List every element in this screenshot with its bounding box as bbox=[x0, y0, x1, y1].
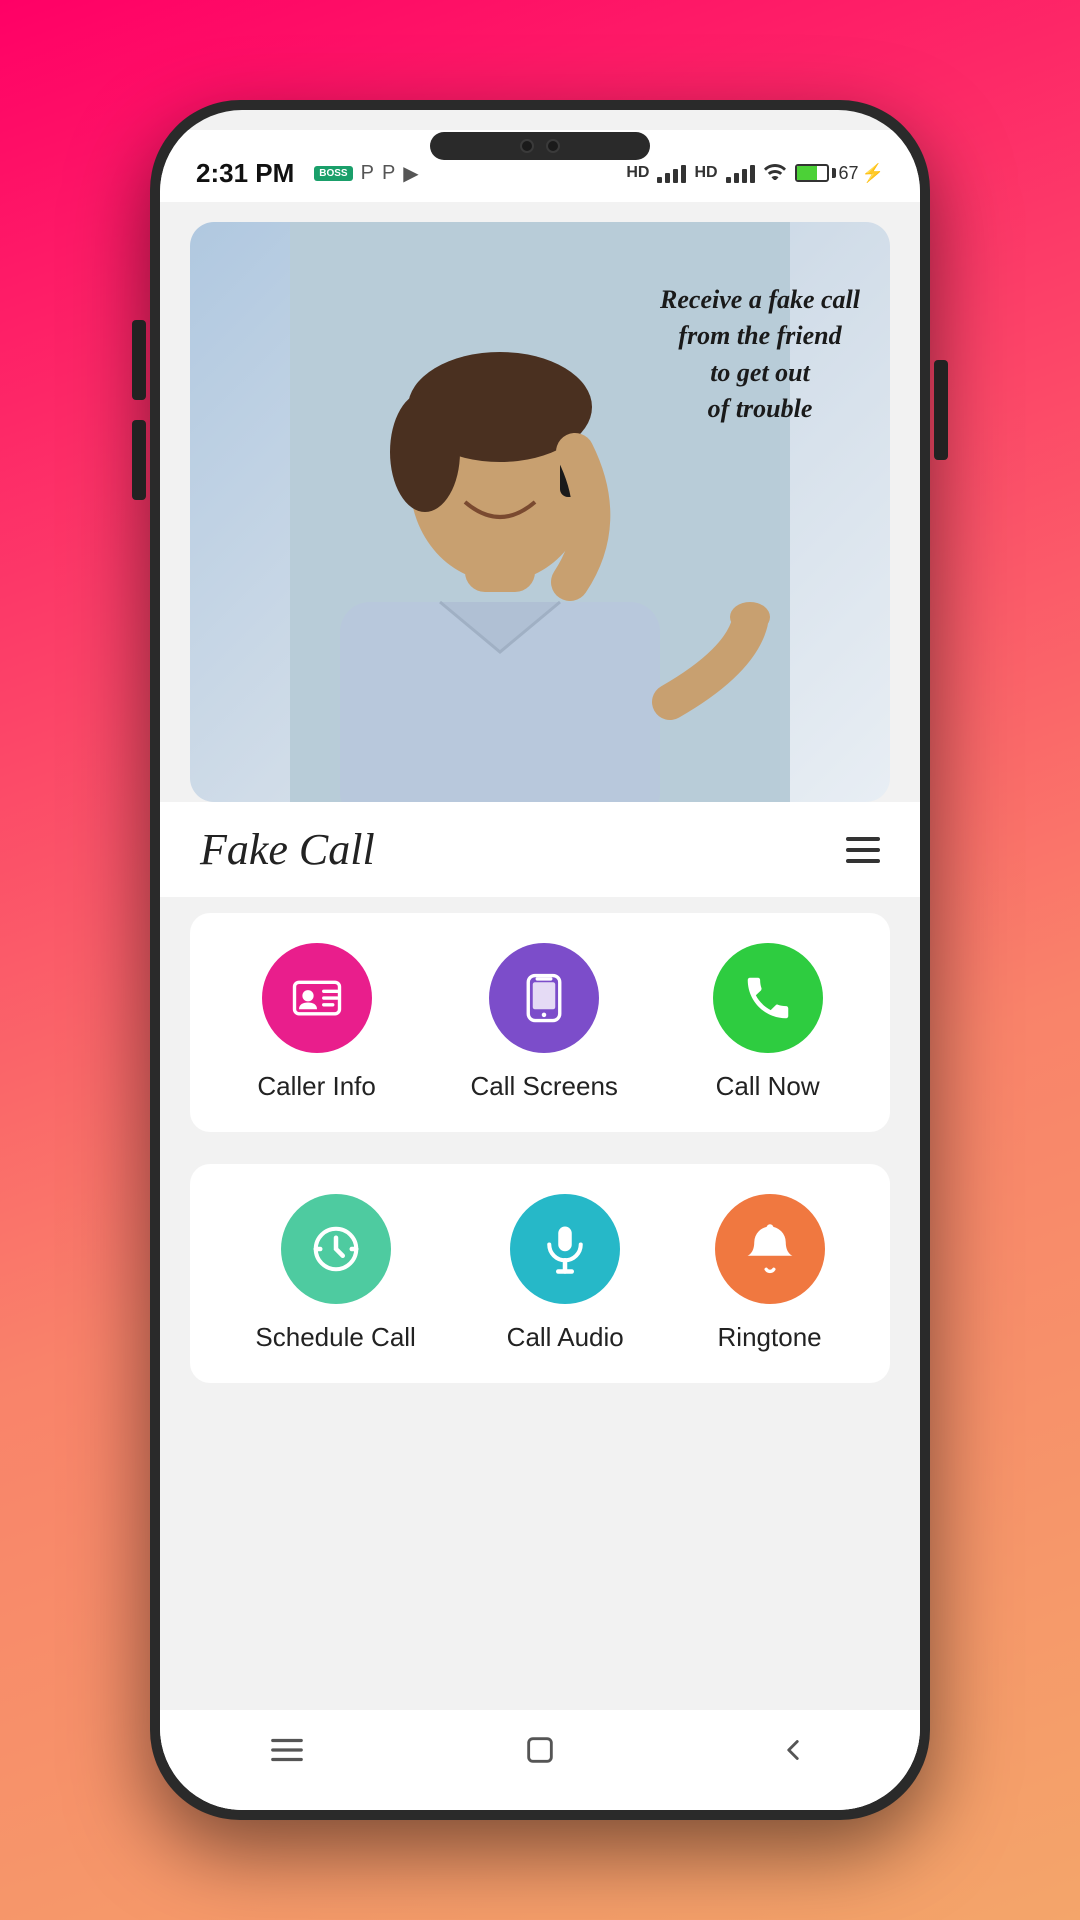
battery-fill bbox=[797, 166, 817, 180]
call-audio-button[interactable]: Call Audio bbox=[507, 1194, 624, 1353]
bell-icon bbox=[743, 1222, 797, 1276]
caller-info-button[interactable]: Caller Info bbox=[257, 943, 376, 1102]
nav-home-button[interactable] bbox=[257, 1720, 317, 1780]
caller-info-label: Caller Info bbox=[257, 1071, 376, 1102]
hamburger-menu-button[interactable] bbox=[846, 837, 880, 863]
app-content: Receive a fake call from the friend to g… bbox=[160, 202, 920, 1810]
battery-tip bbox=[832, 168, 836, 178]
signal-bars-2 bbox=[726, 163, 755, 183]
hd-label-2: HD bbox=[694, 164, 717, 182]
square-nav-icon bbox=[523, 1733, 557, 1767]
volume-up-button[interactable] bbox=[132, 320, 146, 400]
hero-tagline: Receive a fake call from the friend to g… bbox=[660, 282, 860, 428]
signal-bar-4 bbox=[681, 165, 686, 183]
parking-icon-2: P bbox=[382, 162, 395, 185]
status-right-icons: HD HD bbox=[626, 160, 884, 186]
call-screens-button[interactable]: Call Screens bbox=[471, 943, 618, 1102]
camera-notify-icon: ▶ bbox=[403, 161, 418, 186]
schedule-call-icon-circle bbox=[281, 1194, 391, 1304]
caller-info-icon-circle bbox=[262, 943, 372, 1053]
call-audio-icon-circle bbox=[510, 1194, 620, 1304]
microphone-icon bbox=[538, 1222, 592, 1276]
call-now-label: Call Now bbox=[716, 1071, 820, 1102]
camera-dot bbox=[520, 139, 534, 153]
clock-icon bbox=[309, 1222, 363, 1276]
hero-image: Receive a fake call from the friend to g… bbox=[190, 222, 890, 802]
phone-frame: 2:31 PM BOSS P P ▶ HD HD bbox=[150, 100, 930, 1820]
notch bbox=[430, 132, 650, 160]
battery-percent: 67 bbox=[839, 163, 859, 184]
status-left-icons: BOSS P P ▶ bbox=[314, 161, 418, 186]
schedule-call-label: Schedule Call bbox=[255, 1322, 415, 1353]
id-card-icon bbox=[290, 971, 344, 1025]
app-title: Fake Call bbox=[200, 824, 375, 875]
battery-body bbox=[795, 164, 829, 182]
signal-bars-1 bbox=[657, 163, 686, 183]
parking-icon: P bbox=[361, 162, 374, 185]
schedule-call-button[interactable]: Schedule Call bbox=[255, 1194, 415, 1353]
hamburger-nav-icon bbox=[268, 1731, 306, 1769]
phone-screen-icon bbox=[517, 971, 571, 1025]
signal-bar-3 bbox=[673, 169, 678, 183]
nav-recents-button[interactable] bbox=[510, 1720, 570, 1780]
signal-bar-5 bbox=[726, 177, 731, 183]
call-audio-label: Call Audio bbox=[507, 1322, 624, 1353]
back-nav-icon bbox=[776, 1733, 810, 1767]
battery-icon: 67 ⚡ bbox=[795, 163, 884, 184]
bottom-nav bbox=[160, 1710, 920, 1810]
ringtone-icon-circle bbox=[715, 1194, 825, 1304]
signal-bar-2 bbox=[665, 173, 670, 183]
signal-bar-8 bbox=[750, 165, 755, 183]
charging-icon: ⚡ bbox=[862, 163, 884, 184]
call-now-button[interactable]: Call Now bbox=[713, 943, 823, 1102]
phone-screen: 2:31 PM BOSS P P ▶ HD HD bbox=[160, 110, 920, 1810]
call-screens-label: Call Screens bbox=[471, 1071, 618, 1102]
menu-card-1: Caller Info Call Screens bbox=[190, 913, 890, 1132]
phone-call-icon bbox=[741, 971, 795, 1025]
signal-bar-1 bbox=[657, 177, 662, 183]
call-now-icon-circle bbox=[713, 943, 823, 1053]
hd-label-1: HD bbox=[626, 164, 649, 182]
notification-badge-1: BOSS bbox=[314, 166, 352, 181]
status-time: 2:31 PM bbox=[196, 158, 294, 189]
spacer bbox=[160, 1399, 920, 1710]
ringtone-label: Ringtone bbox=[718, 1322, 822, 1353]
ringtone-button[interactable]: Ringtone bbox=[715, 1194, 825, 1353]
volume-down-button[interactable] bbox=[132, 420, 146, 500]
app-title-bar: Fake Call bbox=[160, 802, 920, 897]
call-screens-icon-circle bbox=[489, 943, 599, 1053]
menu-card-2: Schedule Call Call Audio bbox=[190, 1164, 890, 1383]
signal-bar-6 bbox=[734, 173, 739, 183]
nav-back-button[interactable] bbox=[763, 1720, 823, 1780]
wifi-icon bbox=[763, 160, 787, 186]
power-button[interactable] bbox=[934, 360, 948, 460]
sensor-dot bbox=[546, 139, 560, 153]
signal-bar-7 bbox=[742, 169, 747, 183]
